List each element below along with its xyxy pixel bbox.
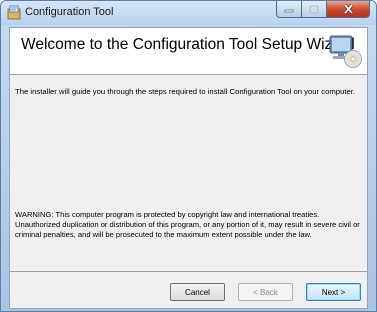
wizard-body: The installer will guide you through the…	[10, 75, 367, 271]
copyright-warning-text: WARNING: This computer program is protec…	[15, 210, 360, 239]
installer-window: Configuration Tool Welcome to the Config…	[0, 0, 377, 312]
installer-app-icon	[7, 5, 21, 20]
maximize-button[interactable]	[302, 1, 327, 18]
minimize-icon	[284, 9, 294, 13]
minimize-button[interactable]	[276, 1, 302, 18]
close-button[interactable]	[327, 1, 370, 18]
title-bar[interactable]: Configuration Tool	[1, 1, 376, 25]
back-button[interactable]: < Back	[238, 283, 293, 301]
caption-buttons	[276, 1, 370, 19]
intro-text: The installer will guide you through the…	[15, 87, 356, 96]
wizard-footer: Cancel < Back Next >	[10, 272, 367, 308]
wizard-client-area: Welcome to the Configuration Tool Setup …	[9, 27, 368, 309]
window-title: Configuration Tool	[25, 6, 114, 18]
cancel-button[interactable]: Cancel	[170, 283, 225, 301]
close-icon	[343, 4, 353, 14]
banner-title: Welcome to the Configuration Tool Setup …	[21, 36, 355, 53]
computer-cd-icon	[329, 35, 362, 68]
wizard-banner: Welcome to the Configuration Tool Setup …	[10, 28, 367, 75]
maximize-icon	[309, 4, 319, 14]
next-button[interactable]: Next >	[306, 283, 361, 301]
